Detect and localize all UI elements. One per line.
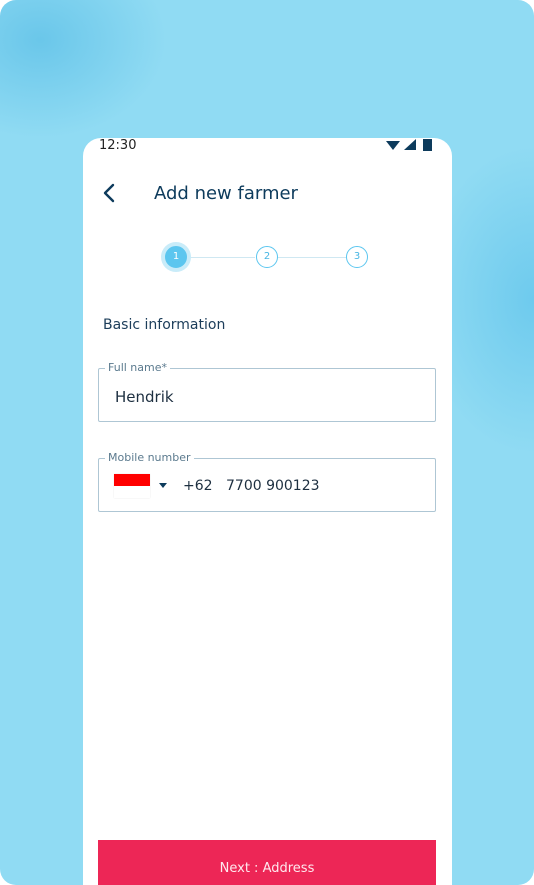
step-1[interactable]: 1 — [165, 246, 187, 268]
phone-screen: 12:30 Add new farmer 1 2 3 Basic informa… — [83, 138, 452, 885]
country-code: +62 — [183, 478, 213, 494]
indonesia-flag-icon[interactable] — [114, 474, 150, 498]
step-3[interactable]: 3 — [346, 246, 368, 268]
step-2[interactable]: 2 — [256, 246, 278, 268]
next-address-button[interactable]: Next : Address — [98, 840, 436, 885]
status-icons — [386, 139, 432, 151]
wifi-icon — [386, 141, 400, 150]
step-connector — [187, 257, 255, 258]
full-name-field[interactable]: Full name* Hendrik — [98, 361, 436, 422]
signal-icon — [404, 139, 416, 150]
full-name-value[interactable]: Hendrik — [115, 388, 174, 406]
full-name-label: Full name* — [105, 361, 171, 374]
mobile-number-field[interactable]: Mobile number +62 7700 900123 — [98, 451, 436, 512]
section-title: Basic information — [103, 317, 226, 333]
page-title: Add new farmer — [154, 183, 298, 204]
mobile-number-label: Mobile number — [105, 451, 194, 464]
battery-icon — [423, 139, 432, 151]
country-dropdown-icon[interactable] — [159, 483, 167, 488]
stepper: 1 2 3 — [83, 238, 452, 278]
mobile-number-value[interactable]: 7700 900123 — [226, 478, 320, 494]
status-time: 12:30 — [99, 138, 137, 153]
step-connector — [278, 257, 346, 258]
back-chevron-icon[interactable] — [99, 181, 119, 205]
